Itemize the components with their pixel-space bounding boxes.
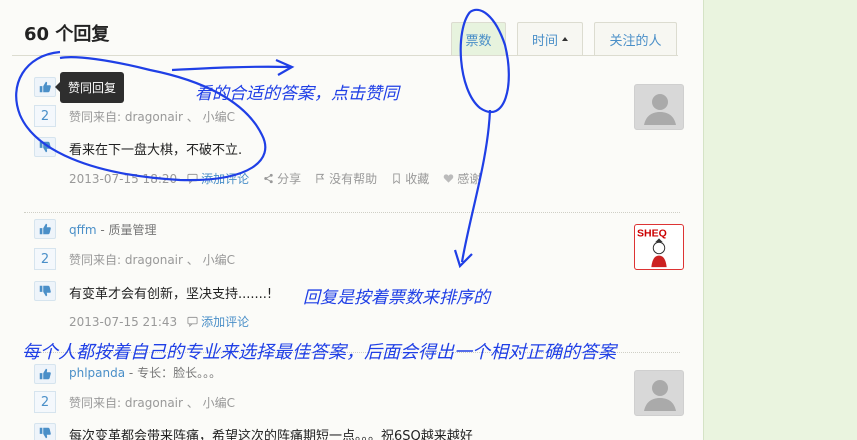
- default-avatar-icon: [644, 94, 676, 125]
- author-title: - 质量管理: [96, 223, 157, 237]
- bookmark-icon: [393, 173, 400, 184]
- voters-line: 赞同来自: dragonair 、 小编C: [69, 396, 235, 410]
- author-line: phlpanda - 专长：脸长。。。: [69, 364, 221, 381]
- thanks-label: 感谢: [457, 172, 482, 186]
- vote-count: 2: [34, 391, 56, 413]
- thumbs-up-icon: [39, 81, 51, 93]
- answer-content: 看来在下一盘大棋，不破不立.: [69, 143, 243, 158]
- flag-icon: [316, 173, 325, 184]
- thanks-link[interactable]: 感谢: [443, 170, 481, 187]
- favorite-label: 收藏: [405, 172, 430, 186]
- share-link[interactable]: 分享: [263, 170, 301, 187]
- upvote-tooltip: 赞同回复: [55, 72, 124, 103]
- add-comment-label: 添加评论: [201, 172, 250, 186]
- answer-content: 每次变革都会带来阵痛，希望这次的阵痛期短一点。。。祝6SQ越来越好: [69, 429, 473, 440]
- voters-line: 赞同来自: dragonair 、 小编C: [69, 110, 235, 124]
- avatar-logo-text: SHEQ: [637, 227, 667, 239]
- answer-date: 2013-07-15 18:20: [69, 171, 178, 186]
- tab-sort-votes[interactable]: 票数: [451, 22, 506, 55]
- author-name[interactable]: qffm: [69, 223, 97, 237]
- answer-date: 2013-07-15 21:43: [69, 314, 178, 329]
- heart-icon: [443, 174, 454, 183]
- author-name[interactable]: phlpanda: [69, 366, 125, 380]
- thumbs-down-icon: [39, 427, 51, 439]
- header-divider: [12, 55, 678, 56]
- right-sidebar: [703, 0, 857, 440]
- answer-meta: 2013-07-15 18:20 添加评论 分享 没有帮助 收藏 感谢: [69, 170, 495, 187]
- default-avatar-icon: [644, 380, 676, 411]
- comment-icon: [187, 173, 198, 184]
- answer-content: 有变革才会有创新，坚决支持.......!: [69, 287, 273, 302]
- downvote-button[interactable]: [34, 281, 56, 301]
- voters-line: 赞同来自: dragonair 、 小编C: [69, 253, 235, 267]
- sheq-avatar-icon: SHEQ: [637, 227, 667, 268]
- avatar[interactable]: [634, 370, 684, 416]
- annotation-sort-hint: 回复是按着票数来排序的: [303, 288, 490, 308]
- vote-count: 2: [34, 248, 56, 270]
- avatar[interactable]: [634, 84, 684, 130]
- author-title: - 专长：脸长。。。: [125, 366, 222, 380]
- favorite-link[interactable]: 收藏: [391, 170, 429, 187]
- upvote-button[interactable]: [34, 219, 56, 239]
- upvote-button[interactable]: [34, 364, 56, 384]
- annotation-best-answer-hint: 每个人都按着自己的专业来选择最佳答案，后面会得出一个相对正确的答案: [22, 342, 616, 363]
- thumbs-up-icon: [39, 223, 51, 235]
- downvote-button[interactable]: [34, 137, 56, 157]
- upvote-button[interactable]: [34, 77, 56, 97]
- not-helpful-link[interactable]: 没有帮助: [315, 170, 377, 187]
- tab-sort-time-label: 时间: [531, 33, 558, 49]
- annotation-upvote-hint: 看的合适的答案，点击赞同: [195, 84, 399, 104]
- share-label: 分享: [277, 172, 302, 186]
- thumbs-up-icon: [39, 368, 51, 380]
- share-icon: [264, 173, 273, 184]
- not-helpful-label: 没有帮助: [329, 172, 378, 186]
- answers-section: 60 个回复 票数 时间 关注的人 赞同回复 2 赞同来自: dragonair…: [0, 0, 702, 440]
- tab-sort-followers[interactable]: 关注的人: [594, 22, 677, 55]
- add-comment-link[interactable]: 添加评论: [187, 313, 249, 330]
- add-comment-label: 添加评论: [201, 315, 250, 329]
- answer-meta: 2013-07-15 21:43 添加评论: [69, 313, 263, 330]
- thumbs-down-icon: [39, 141, 51, 153]
- comment-icon: [187, 316, 198, 327]
- downvote-button[interactable]: [34, 423, 56, 440]
- tab-sort-followers-label: 关注的人: [609, 33, 662, 49]
- answer-divider: [24, 212, 680, 213]
- tab-sort-votes-label: 票数: [465, 33, 492, 49]
- add-comment-link[interactable]: 添加评论: [187, 170, 249, 187]
- thumbs-down-icon: [39, 285, 51, 297]
- answers-count-heading: 60 个回复: [24, 24, 110, 45]
- avatar[interactable]: SHEQ: [634, 224, 684, 270]
- author-line: qffm - 质量管理: [69, 221, 157, 238]
- caret-up-icon: [562, 37, 568, 41]
- tab-sort-time[interactable]: 时间: [517, 22, 583, 55]
- vote-count: 2: [34, 105, 56, 127]
